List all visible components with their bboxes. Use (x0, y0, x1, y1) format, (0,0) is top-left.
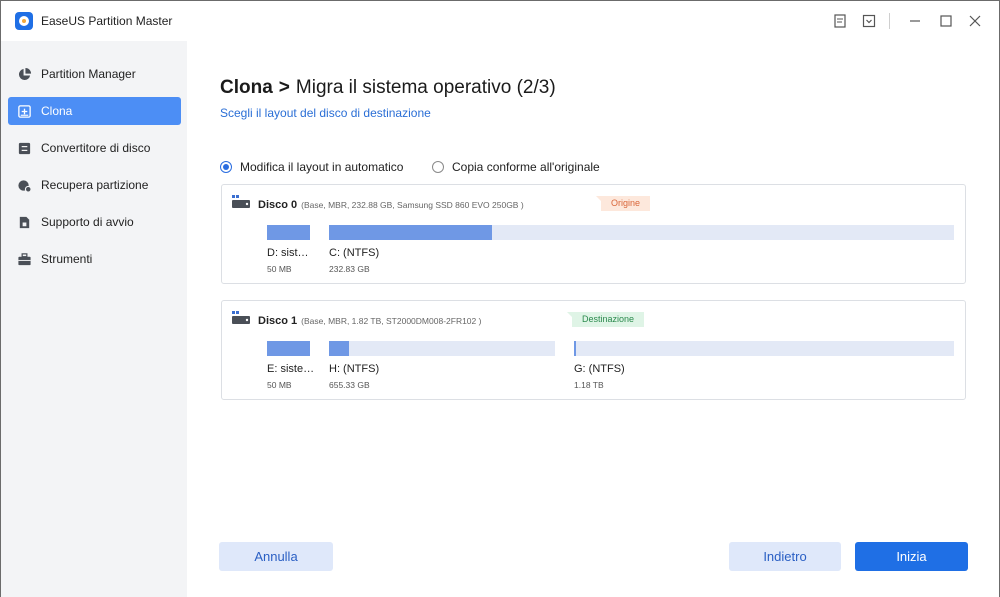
radio-button-checked[interactable] (220, 161, 232, 173)
option-label: Copia conforme all'originale (452, 160, 600, 174)
partition-size: 50 MB (267, 380, 292, 390)
disk-header: Disco 1 (Base, MBR, 1.82 TB, ST2000DM008… (232, 311, 481, 330)
disk-card-destination[interactable]: Disco 1 (Base, MBR, 1.82 TB, ST2000DM008… (221, 300, 966, 400)
partition-name: D: sist… (267, 247, 309, 259)
disk-convert-icon (16, 140, 32, 156)
titlebar-divider (889, 13, 890, 29)
disk-header: Disco 0 (Base, MBR, 232.88 GB, Samsung S… (232, 195, 524, 214)
notes-icon[interactable] (830, 11, 850, 31)
disk-drive-icon (232, 195, 250, 214)
sidebar-item-supporto-avvio[interactable]: Supporto di avvio (8, 208, 181, 236)
sidebar-item-partition-manager[interactable]: Partition Manager (8, 60, 181, 88)
disk-info: (Base, MBR, 1.82 TB, ST2000DM008-2FR102 … (301, 315, 482, 326)
sidebar-item-recupera[interactable]: Recupera partizione (8, 171, 181, 199)
app-logo-icon (15, 12, 33, 30)
clone-icon (16, 103, 32, 119)
option-exact-copy[interactable]: Copia conforme all'originale (432, 160, 600, 174)
disk-name: Disco 0 (258, 198, 298, 211)
option-label: Modifica il layout in automatico (240, 160, 404, 174)
sidebar-item-label: Strumenti (41, 252, 93, 266)
start-button[interactable]: Inizia (855, 542, 968, 571)
partition-size: 50 MB (267, 264, 292, 274)
partition-used-fill (267, 341, 310, 356)
page-title-text: Migra il sistema operativo (2/3) (295, 77, 556, 98)
boot-media-icon (16, 214, 32, 230)
main-panel: Clona > Migra il sistema operativo (2/3) S… (187, 41, 999, 597)
partition-bar (574, 341, 954, 356)
breadcrumb-clona[interactable]: Clona (220, 77, 273, 98)
dropdown-icon[interactable] (859, 11, 879, 31)
page-subtitle: Scegli il layout del disco di destinazio… (220, 106, 431, 120)
partition-used-fill (267, 225, 310, 240)
partition-name: E: siste… (267, 363, 315, 375)
partition-size: 1.18 TB (574, 380, 604, 390)
page-title: Clona > Migra il sistema operativo (2/3) (220, 77, 556, 99)
partition-used-fill (329, 225, 492, 240)
partition-name: C: (NTFS) (329, 247, 380, 259)
title-bar: EaseUS Partition Master (1, 1, 999, 41)
sidebar-item-label: Convertitore di disco (41, 141, 151, 155)
sidebar-item-clona[interactable]: Clona (8, 97, 181, 125)
partition-bar (329, 341, 555, 356)
maximize-icon[interactable] (936, 11, 956, 31)
radio-button[interactable] (432, 161, 444, 173)
toolbox-icon (16, 251, 32, 267)
disk-drive-icon (232, 311, 250, 330)
app-window: EaseUS Partition Master Partition Manage… (0, 0, 1000, 597)
disk-info: (Base, MBR, 232.88 GB, Samsung SSD 860 E… (301, 199, 524, 210)
sidebar-item-label: Recupera partizione (41, 178, 149, 192)
close-icon[interactable] (965, 11, 985, 31)
sidebar-item-label: Clona (41, 104, 73, 118)
disk-card-source[interactable]: Disco 0 (Base, MBR, 232.88 GB, Samsung S… (221, 184, 966, 284)
sidebar-item-label: Partition Manager (41, 67, 136, 81)
partition-bar (329, 225, 954, 240)
sidebar: Partition Manager Clona Convertitore di … (1, 41, 187, 597)
partition-name: G: (NTFS) (574, 363, 625, 375)
option-auto-layout[interactable]: Modifica il layout in automatico (220, 160, 403, 174)
sidebar-item-strumenti[interactable]: Strumenti (8, 245, 181, 273)
pie-chart-icon (16, 66, 32, 82)
partition-size: 232.83 GB (329, 264, 370, 274)
partition-used-fill (574, 341, 576, 356)
sidebar-item-convertitore[interactable]: Convertitore di disco (8, 134, 181, 162)
disk-name: Disco 1 (258, 314, 298, 327)
origin-tag: Origine (595, 196, 651, 211)
partition-size: 655.33 GB (329, 380, 370, 390)
partition-bar (267, 225, 310, 240)
minimize-icon[interactable] (905, 11, 925, 31)
partition-used-fill (329, 341, 350, 356)
recover-icon (16, 177, 32, 193)
back-button[interactable]: Indietro (729, 542, 841, 571)
sidebar-item-label: Supporto di avvio (41, 215, 134, 229)
partition-bar (267, 341, 310, 356)
app-title: EaseUS Partition Master (41, 14, 173, 28)
breadcrumb-separator: > (278, 77, 290, 98)
cancel-button[interactable]: Annulla (219, 542, 333, 571)
partition-name: H: (NTFS) (329, 363, 380, 375)
destination-tag: Destinazione (566, 312, 645, 327)
